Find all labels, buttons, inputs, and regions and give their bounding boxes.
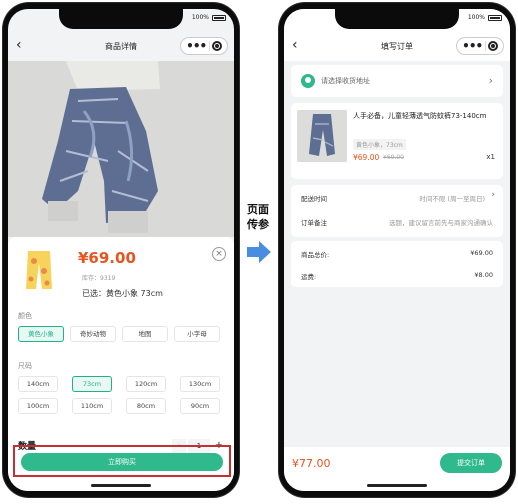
address-placeholder: 请选择收货地址 bbox=[321, 77, 370, 85]
size-option[interactable]: 120cm bbox=[126, 376, 166, 392]
shipping-label: 运费: bbox=[301, 273, 317, 281]
buy-highlight-box: 立即购买 bbox=[13, 445, 231, 477]
color-option[interactable]: 奇妙动物 bbox=[70, 326, 116, 342]
color-option[interactable]: 黄色小象 bbox=[18, 326, 64, 342]
battery-percent: 100% bbox=[467, 14, 485, 21]
location-pin-icon bbox=[301, 74, 315, 88]
address-selector[interactable]: 请选择收货地址 › bbox=[291, 65, 503, 97]
order-footer: ¥77.00 提交订单 bbox=[284, 447, 510, 491]
size-option[interactable]: 100cm bbox=[18, 398, 58, 414]
page-title: 商品详情 bbox=[105, 41, 137, 51]
delivery-value: 时间不限 (周一至周日) bbox=[419, 195, 485, 203]
sku-popup: ¥69.00 库存：9319 已选：黄色小象 73cm × 颜色 黄色小象 奇妙… bbox=[8, 237, 234, 491]
transition-label-line1: 页面 bbox=[247, 203, 269, 216]
color-option[interactable]: 地图 bbox=[122, 326, 168, 342]
phone-notch bbox=[59, 9, 183, 29]
size-option[interactable]: 110cm bbox=[72, 398, 112, 414]
order-item-image bbox=[297, 110, 347, 162]
order-item-qty: x1 bbox=[486, 153, 495, 161]
battery-icon bbox=[212, 14, 226, 21]
note-input[interactable]: 选题，建议留言前先与商家沟通确认 bbox=[389, 217, 493, 227]
submit-order-button[interactable]: 提交订单 bbox=[440, 453, 502, 473]
chevron-right-icon: › bbox=[491, 190, 495, 200]
yellow-pants-image bbox=[26, 251, 52, 289]
order-item-old-price: ¥69.00 bbox=[383, 154, 404, 161]
transition-label-line2: 传参 bbox=[247, 218, 269, 231]
sku-stock: 库存：9319 bbox=[82, 275, 116, 282]
goods-total-row: 商品总价: ¥69.00 bbox=[301, 249, 493, 259]
chevron-right-icon: › bbox=[488, 74, 493, 87]
color-group-title: 颜色 bbox=[18, 312, 32, 320]
home-indicator bbox=[91, 484, 151, 487]
close-miniprogram-icon[interactable] bbox=[487, 41, 498, 51]
delivery-label: 配送时间 bbox=[301, 195, 327, 203]
back-arrow-icon[interactable]: ‹ bbox=[292, 37, 298, 53]
order-item-price: ¥69.00 bbox=[353, 153, 380, 162]
shipping-row: 运费: ¥8.00 bbox=[301, 271, 493, 281]
delivery-row[interactable]: 配送时间 时间不限 (周一至周日) › bbox=[301, 190, 495, 203]
close-icon[interactable]: × bbox=[212, 247, 226, 261]
buy-now-button[interactable]: 立即购买 bbox=[21, 453, 223, 471]
note-row: 订单备注 选题，建议留言前先与商家沟通确认 bbox=[301, 217, 493, 227]
status-bar: 100% bbox=[468, 14, 502, 21]
status-bar: 100% bbox=[192, 14, 226, 21]
size-option[interactable]: 90cm bbox=[180, 398, 220, 414]
size-group-title: 尺码 bbox=[18, 362, 32, 370]
mini-program-capsule[interactable]: ••• bbox=[456, 37, 504, 55]
color-option[interactable]: 小字母 bbox=[174, 326, 220, 342]
order-phone: 100% ‹ 填写订单 ••• 请选择收货地址 › 人手必备，儿童轻薄透气防蚊裤… bbox=[279, 3, 515, 497]
goods-total-label: 商品总价: bbox=[301, 251, 330, 259]
order-info-card: 配送时间 时间不限 (周一至周日) › 订单备注 选题，建议留言前先与商家沟通确… bbox=[291, 185, 503, 237]
size-option[interactable]: 130cm bbox=[180, 376, 220, 392]
right-arrow-icon bbox=[247, 241, 271, 263]
size-options: 140cm 73cm 120cm 130cm 100cm 110cm 80cm … bbox=[18, 376, 226, 414]
final-total-price: ¥77.00 bbox=[292, 457, 331, 470]
order-item-name: 人手必备，儿童轻薄透气防蚊裤73-140cm bbox=[353, 112, 487, 120]
size-option[interactable]: 140cm bbox=[18, 376, 58, 392]
product-main-image bbox=[8, 61, 234, 237]
product-detail-phone: 100% ‹ 商品详情 ••• ¥69.00 库存：9319 已选：黄色小象 7… bbox=[3, 3, 239, 497]
more-icon[interactable]: ••• bbox=[462, 40, 483, 52]
sku-thumbnail bbox=[16, 247, 62, 293]
battery-icon bbox=[488, 14, 502, 21]
transition-label: 页面 传参 bbox=[243, 202, 273, 232]
size-option[interactable]: 73cm bbox=[72, 376, 112, 392]
page-title: 填写订单 bbox=[381, 41, 413, 51]
more-icon[interactable]: ••• bbox=[186, 40, 207, 52]
product-detail-screen: 100% ‹ 商品详情 ••• ¥69.00 库存：9319 已选：黄色小象 7… bbox=[8, 9, 234, 491]
sku-selected: 已选：黄色小象 73cm bbox=[82, 289, 163, 298]
phone-notch bbox=[335, 9, 459, 29]
size-option[interactable]: 80cm bbox=[126, 398, 166, 414]
product-navbar: ‹ 商品详情 ••• bbox=[8, 31, 234, 61]
order-screen: 100% ‹ 填写订单 ••• 请选择收货地址 › 人手必备，儿童轻薄透气防蚊裤… bbox=[284, 9, 510, 491]
note-label: 订单备注 bbox=[301, 219, 327, 227]
mini-program-capsule[interactable]: ••• bbox=[180, 37, 228, 55]
battery-percent: 100% bbox=[191, 14, 209, 21]
home-indicator bbox=[367, 484, 427, 487]
order-item-spec: 黄色小象，73cm bbox=[353, 139, 406, 150]
totals-card: 商品总价: ¥69.00 运费: ¥8.00 bbox=[291, 241, 503, 287]
pants-photo bbox=[8, 61, 234, 237]
sku-price: ¥69.00 bbox=[78, 249, 136, 267]
back-arrow-icon[interactable]: ‹ bbox=[16, 37, 22, 53]
close-miniprogram-icon[interactable] bbox=[211, 41, 222, 51]
color-options: 黄色小象 奇妙动物 地图 小字母 bbox=[18, 326, 226, 342]
shipping-value: ¥8.00 bbox=[474, 271, 493, 279]
order-navbar: ‹ 填写订单 ••• bbox=[284, 31, 510, 61]
order-item-card: 人手必备，儿童轻薄透气防蚊裤73-140cm 黄色小象，73cm ¥69.00 … bbox=[291, 103, 503, 179]
goods-total-value: ¥69.00 bbox=[470, 249, 493, 257]
capsule-divider bbox=[208, 41, 210, 51]
capsule-divider bbox=[484, 41, 486, 51]
pants-thumbnail bbox=[297, 110, 347, 162]
